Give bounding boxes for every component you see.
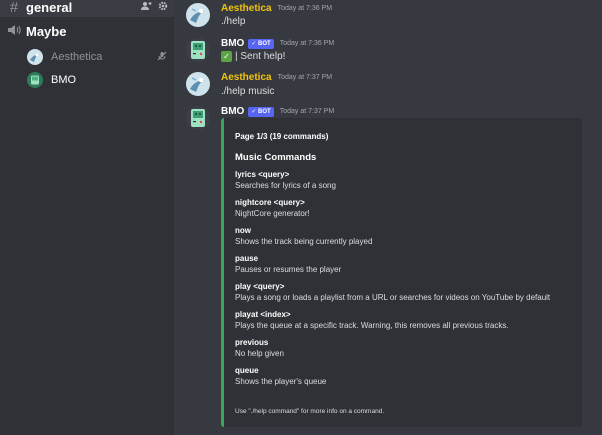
command-description: No help given bbox=[235, 349, 284, 358]
chat-area: Aesthetica Today at 7:36 PM ./help BMO ✓… bbox=[174, 0, 602, 435]
channel-name-general: general bbox=[26, 0, 73, 15]
microphone-muted-icon bbox=[157, 51, 167, 64]
embed-field: now Shows the track being currently play… bbox=[235, 225, 572, 247]
message-author[interactable]: BMO bbox=[221, 106, 244, 117]
channel-item-general[interactable]: # general bbox=[0, 0, 174, 17]
bot-badge: ✓ BOT bbox=[248, 38, 274, 49]
avatar[interactable] bbox=[186, 72, 210, 96]
avatar[interactable] bbox=[186, 106, 210, 130]
hash-icon: # bbox=[9, 0, 19, 16]
command-name: lyrics <query> bbox=[235, 170, 290, 179]
command-name: play <query> bbox=[235, 282, 285, 291]
message-author[interactable]: Aesthetica bbox=[221, 72, 272, 83]
bot-badge: ✓ BOT bbox=[248, 106, 274, 117]
channel-name-maybe: Maybe bbox=[26, 23, 67, 39]
message-content: ./help music bbox=[221, 86, 275, 97]
add-member-icon[interactable] bbox=[141, 1, 152, 14]
command-description: Pauses or resumes the player bbox=[235, 265, 342, 274]
embed-title: Music Commands bbox=[235, 152, 317, 163]
command-name: now bbox=[235, 226, 251, 235]
command-name: nightcore <query> bbox=[235, 198, 305, 207]
voice-user-aesthetica[interactable]: Aesthetica bbox=[27, 48, 167, 66]
embed-field: previous No help given bbox=[235, 337, 572, 359]
command-name: previous bbox=[235, 338, 269, 347]
command-description: Plays a song or loads a playlist from a … bbox=[235, 293, 551, 302]
embed-field: lyrics <query> Searches for lyrics of a … bbox=[235, 169, 572, 191]
command-description: Plays the queue at a specific track. War… bbox=[235, 321, 509, 330]
embed-footer: Use "./help command" for more info on a … bbox=[235, 408, 385, 415]
embed-field: queue Shows the player's queue bbox=[235, 365, 572, 387]
avatar bbox=[27, 72, 43, 88]
command-description: Searches for lyrics of a song bbox=[235, 181, 336, 190]
message-timestamp: Today at 7:36 PM bbox=[279, 40, 335, 47]
command-description: Shows the player's queue bbox=[235, 377, 327, 386]
message-content: ./help bbox=[221, 16, 246, 27]
message-timestamp: Today at 7:36 PM bbox=[277, 5, 333, 12]
message-timestamp: Today at 7:37 PM bbox=[277, 74, 333, 81]
message-author[interactable]: Aesthetica bbox=[221, 3, 272, 14]
command-description: Shows the track being currently played bbox=[235, 237, 373, 246]
command-name: playat <index> bbox=[235, 310, 291, 319]
avatar bbox=[27, 49, 43, 65]
command-name: pause bbox=[235, 254, 259, 263]
channel-sidebar: # general Maybe Aesthetica BMO bbox=[0, 0, 174, 435]
avatar[interactable] bbox=[186, 38, 210, 62]
embed-field: playat <index> Plays the queue at a spec… bbox=[235, 309, 572, 331]
help-embed: Page 1/3 (19 commands) Music Commands ly… bbox=[221, 118, 582, 427]
embed-page-indicator: Page 1/3 (19 commands) bbox=[235, 132, 329, 141]
command-description: NightCore generator! bbox=[235, 209, 310, 218]
embed-field: pause Pauses or resumes the player bbox=[235, 253, 572, 275]
embed-field: nightcore <query> NightCore generator! bbox=[235, 197, 572, 219]
command-name: queue bbox=[235, 366, 259, 375]
message-timestamp: Today at 7:37 PM bbox=[279, 108, 335, 115]
check-emoji-icon: ✓ bbox=[221, 51, 232, 62]
speaker-icon bbox=[6, 23, 22, 40]
message-content-row: ✓ | Sent help! bbox=[221, 51, 285, 62]
gear-icon[interactable] bbox=[158, 1, 168, 14]
message-author[interactable]: BMO bbox=[221, 38, 244, 49]
voice-user-name: Aesthetica bbox=[51, 51, 103, 63]
message-content: | Sent help! bbox=[235, 51, 286, 63]
embed-field: play <query> Plays a song or loads a pla… bbox=[235, 281, 572, 303]
voice-user-name: BMO bbox=[51, 74, 77, 86]
channel-item-maybe[interactable]: Maybe bbox=[0, 21, 174, 41]
voice-user-bmo[interactable]: BMO bbox=[27, 71, 167, 89]
avatar[interactable] bbox=[186, 3, 210, 27]
